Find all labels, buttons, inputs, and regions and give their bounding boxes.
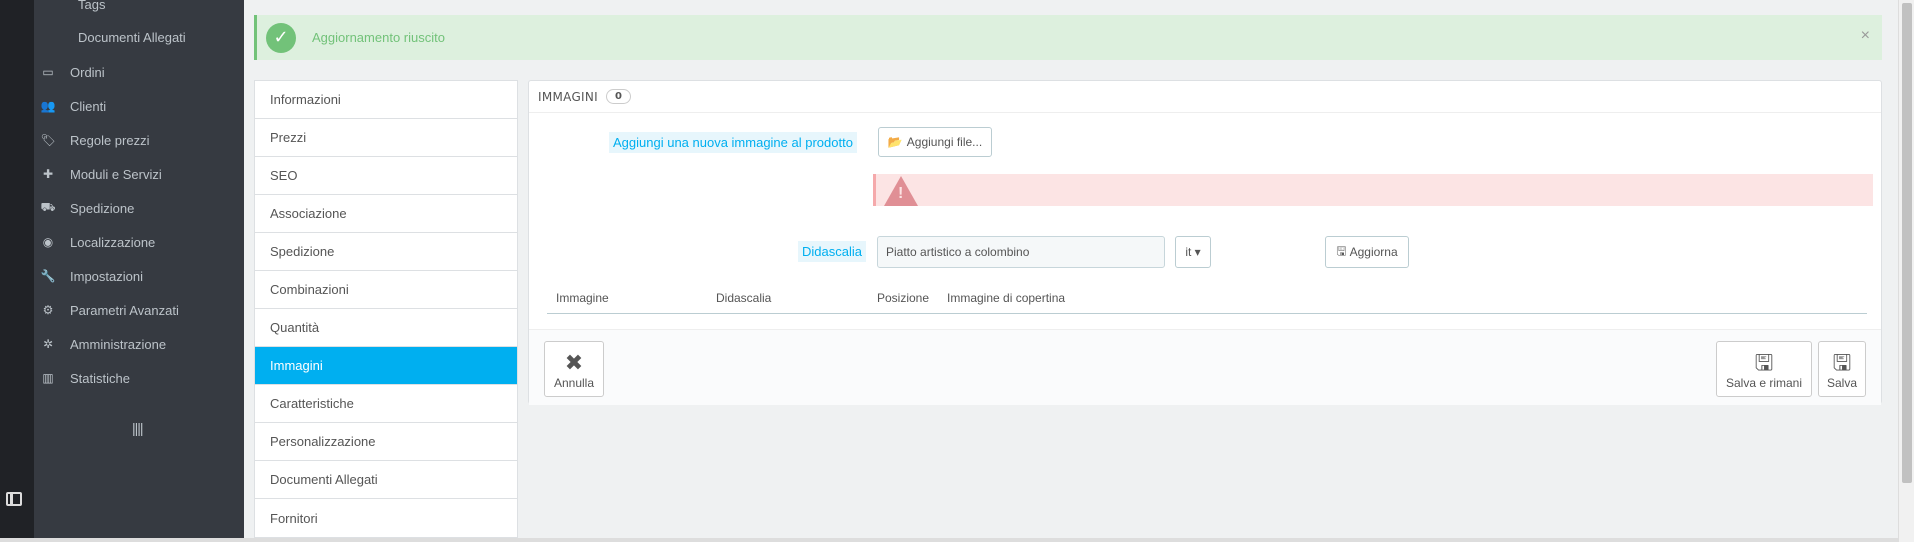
language-dropdown[interactable]: it ▾	[1175, 236, 1211, 268]
sidebar-item-statistiche[interactable]: ▥ Statistiche	[34, 364, 244, 392]
tab-informazioni[interactable]: Informazioni	[255, 81, 517, 119]
sidebar-item-localizzazione[interactable]: ◉ Localizzazione	[34, 228, 244, 256]
cancel-label: Annulla	[553, 376, 595, 390]
sidebar-item-label: Ordini	[70, 64, 105, 80]
cog-icon: ✲	[42, 337, 54, 351]
add-file-button[interactable]: 📂 Aggiungi file...	[878, 127, 992, 157]
tab-caratteristiche[interactable]: Caratteristiche	[255, 385, 517, 423]
sidebar-item-regole-prezzi[interactable]: 🏷 Regole prezzi	[34, 126, 244, 154]
caption-label: Didascalia	[798, 241, 866, 262]
add-file-label: Aggiungi file...	[906, 135, 983, 149]
alert-message: Aggiornamento riuscito	[312, 30, 445, 45]
success-alert: ✓ Aggiornamento riuscito ×	[254, 15, 1882, 60]
image-count-badge: 0	[606, 89, 632, 104]
col-header-immagine-copertina: Immagine di copertina	[947, 291, 1066, 305]
tab-seo[interactable]: SEO	[255, 157, 517, 195]
sidebar-item-label: Localizzazione	[70, 234, 156, 250]
save-icon: 🖫	[1336, 243, 1347, 258]
cogs-icon: ⚙	[42, 303, 54, 317]
save-icon: 🖫	[1754, 350, 1774, 375]
tab-combinazioni[interactable]: Combinazioni	[255, 271, 517, 309]
credit-card-icon: ▭	[42, 65, 54, 79]
panel-title: Immagini	[538, 89, 598, 104]
add-image-label: Aggiungi una nuova immagine al prodotto	[609, 132, 857, 153]
check-circle-icon: ✓	[266, 22, 296, 53]
vertical-scrollbar[interactable]	[1898, 0, 1914, 542]
truck-icon: ⛟	[40, 200, 56, 214]
wrench-icon: 🔧	[40, 269, 56, 283]
save-and-stay-label: Salva e rimani	[1725, 376, 1803, 390]
sidebar-item-impostazioni[interactable]: 🔧 Impostazioni	[34, 262, 244, 290]
sidebar-item-moduli-servizi[interactable]: ✚ Moduli e Servizi	[34, 160, 244, 188]
globe-icon: ◉	[42, 235, 54, 249]
sidebar-item-label: Parametri Avanzati	[70, 302, 179, 318]
tab-immagini[interactable]: Immagini	[255, 347, 517, 385]
panel-header: Immagini 0	[529, 81, 1881, 113]
left-strip	[0, 0, 34, 542]
sidebar-item-label: Statistiche	[70, 370, 130, 386]
upload-error-bar: !	[873, 174, 1873, 206]
save-label: Salva	[1826, 376, 1858, 390]
tab-spedizione[interactable]: Spedizione	[255, 233, 517, 271]
tab-prezzi[interactable]: Prezzi	[255, 119, 517, 157]
product-tabs: Informazioni Prezzi SEO Associazione Spe…	[254, 80, 518, 538]
tab-personalizzazione[interactable]: Personalizzazione	[255, 423, 517, 461]
sidebar-item-spedizione[interactable]: ⛟ Spedizione	[34, 194, 244, 222]
sidebar-item-label: Impostazioni	[70, 268, 143, 284]
sidebar-item-amministrazione[interactable]: ✲ Amministrazione	[34, 330, 244, 358]
sidebar-item-label: Spedizione	[70, 200, 135, 216]
sidebar-subitem-tags[interactable]: Tags	[78, 0, 105, 16]
tab-associazione[interactable]: Associazione	[255, 195, 517, 233]
bar-chart-icon: ▥	[42, 371, 54, 385]
tags-icon: 🏷	[40, 133, 56, 147]
sidebar-item-label: Moduli e Servizi	[70, 166, 162, 182]
col-header-posizione: Posizione	[877, 291, 930, 305]
sidebar-item-clienti[interactable]: 👥 Clienti	[34, 92, 244, 120]
warning-icon: !	[884, 176, 918, 206]
col-header-immagine: Immagine	[556, 291, 609, 305]
sidebar-subitem-documenti-allegati[interactable]: Documenti Allegati	[78, 27, 186, 49]
panel-footer	[529, 329, 1881, 405]
table-header-divider	[547, 313, 1867, 314]
col-header-didascalia: Didascalia	[716, 291, 772, 305]
save-button[interactable]: 🖫 Salva	[1818, 341, 1866, 397]
users-icon: 👥	[40, 99, 56, 113]
close-icon: ✖	[564, 350, 584, 375]
save-and-stay-button[interactable]: 🖫 Salva e rimani	[1716, 341, 1812, 397]
close-icon[interactable]: ×	[1861, 27, 1870, 45]
update-label: Aggiorna	[1349, 245, 1398, 259]
caption-input[interactable]: Piatto artistico a colombino	[877, 236, 1165, 268]
tab-quantita[interactable]: Quantità	[255, 309, 517, 347]
sidebar-item-label: Amministrazione	[70, 336, 167, 352]
scrollbar-thumb[interactable]	[1902, 3, 1912, 483]
sidebar: Tags Documenti Allegati ▭ Ordini 👥 Clien…	[34, 0, 244, 542]
save-icon: 🖫	[1832, 350, 1852, 375]
sidebar-item-label: Regole prezzi	[70, 132, 150, 148]
tab-documenti-allegati[interactable]: Documenti Allegati	[255, 461, 517, 499]
images-panel: Immagini 0 Aggiungi una nuova immagine a…	[528, 80, 1882, 405]
bottom-edge-bar	[0, 538, 1898, 542]
sidebar-item-label: Clienti	[70, 98, 107, 114]
sidebar-item-parametri-avanzati[interactable]: ⚙ Parametri Avanzati	[34, 296, 244, 324]
sidebar-item-ordini[interactable]: ▭ Ordini	[34, 58, 244, 86]
collapse-menu-icon[interactable]: ||||	[132, 420, 144, 436]
puzzle-icon: ✚	[42, 167, 54, 181]
cancel-button[interactable]: ✖ Annulla	[544, 341, 604, 397]
tab-fornitori[interactable]: Fornitori	[255, 499, 517, 537]
update-button[interactable]: 🖫 Aggiorna	[1325, 236, 1409, 268]
folder-open-icon: 📂	[887, 135, 903, 149]
sidebar-toggle-icon[interactable]	[6, 492, 22, 506]
